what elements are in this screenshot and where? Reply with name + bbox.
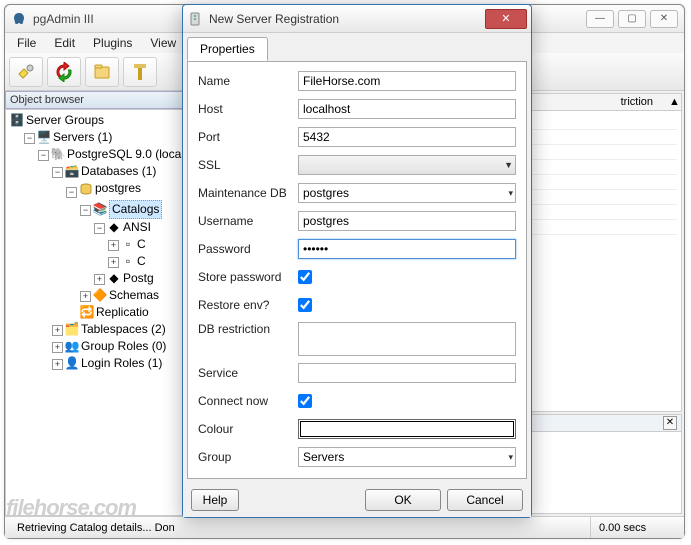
menu-edit[interactable]: Edit xyxy=(46,34,83,52)
close-button[interactable]: ✕ xyxy=(650,10,678,28)
port-input[interactable] xyxy=(298,127,516,147)
expander-icon[interactable]: − xyxy=(80,205,91,216)
dialog-body: Name Host Port SSL ▼ Maintenance DB post… xyxy=(187,61,527,479)
expander-icon[interactable]: + xyxy=(80,291,91,302)
status-timing: 0.00 secs xyxy=(590,517,680,538)
dialog-icon xyxy=(187,12,203,26)
username-input[interactable] xyxy=(298,211,516,231)
dialog-close-button[interactable]: ✕ xyxy=(485,9,527,29)
schemas-icon: 🔶 xyxy=(93,288,107,302)
expander-icon[interactable]: − xyxy=(66,187,77,198)
object-browser-panel: Object browser 🗄️ Server Groups −🖥️Serve… xyxy=(5,91,187,516)
dialog-titlebar[interactable]: New Server Registration ✕ xyxy=(183,5,531,33)
maintdb-select[interactable]: postgres▾ xyxy=(298,183,516,203)
group-icon: 👥 xyxy=(65,339,79,353)
scroll-up-icon[interactable]: ▲ xyxy=(661,96,677,108)
connectnow-label: Connect now xyxy=(198,394,298,408)
service-input[interactable] xyxy=(298,363,516,383)
sql-panel-close-icon[interactable]: ✕ xyxy=(663,416,677,430)
expander-icon[interactable]: − xyxy=(52,167,63,178)
chevron-down-icon: ▾ xyxy=(508,452,513,463)
maintdb-label: Maintenance DB xyxy=(198,186,298,200)
tree-catalogs[interactable]: 📚Catalogs xyxy=(93,200,162,219)
maximize-button[interactable]: ▢ xyxy=(618,10,646,28)
cancel-button[interactable]: Cancel xyxy=(447,489,523,511)
tree-databases[interactable]: 🗃️Databases (1) xyxy=(65,163,156,180)
tree-servers[interactable]: 🖥️Servers (1) xyxy=(37,129,112,146)
ssl-select[interactable]: ▼ xyxy=(298,155,516,175)
group-select[interactable]: Servers▾ xyxy=(298,447,516,467)
tab-properties[interactable]: Properties xyxy=(187,37,268,61)
tree-login-roles[interactable]: 👤Login Roles (1) xyxy=(65,355,162,372)
group-label: Group xyxy=(198,450,298,464)
password-input[interactable] xyxy=(298,239,516,259)
ok-button[interactable]: OK xyxy=(365,489,441,511)
dbrestrict-input[interactable] xyxy=(298,322,516,356)
chevron-down-icon: ▾ xyxy=(508,188,513,199)
tree-db-postgres[interactable]: postgres xyxy=(79,180,141,197)
object-browser-title: Object browser xyxy=(5,91,186,109)
expander-icon[interactable]: + xyxy=(52,359,63,370)
tree-ansi-c1[interactable]: ▫C xyxy=(121,236,146,253)
elephant-icon: 🐘 xyxy=(51,148,65,162)
restoreenv-label: Restore env? xyxy=(198,298,298,312)
ssl-label: SSL xyxy=(198,158,298,172)
connect-icon[interactable] xyxy=(9,57,43,87)
database-icon xyxy=(79,182,93,196)
expander-icon[interactable]: + xyxy=(94,274,105,285)
tree-server-groups[interactable]: 🗄️ Server Groups xyxy=(10,112,104,129)
tree-pg-catalog[interactable]: ◆Postg xyxy=(107,270,154,287)
menu-file[interactable]: File xyxy=(9,34,44,52)
host-input[interactable] xyxy=(298,99,516,119)
name-input[interactable] xyxy=(298,71,516,91)
tree-ansi-c2[interactable]: ▫C xyxy=(121,253,146,270)
tree-pg-server[interactable]: 🐘PostgreSQL 9.0 (loca xyxy=(51,146,181,163)
restoreenv-checkbox[interactable] xyxy=(298,298,312,312)
app-icon xyxy=(11,11,27,27)
catalog-icon: 📚 xyxy=(93,202,107,216)
schema-icon: ◆ xyxy=(107,220,121,234)
object-tree[interactable]: 🗄️ Server Groups −🖥️Servers (1) −🐘Postgr… xyxy=(5,109,186,516)
port-label: Port xyxy=(198,130,298,144)
menu-view[interactable]: View xyxy=(142,34,184,52)
storepw-checkbox[interactable] xyxy=(298,270,312,284)
col-restriction: triction xyxy=(613,96,661,108)
menu-plugins[interactable]: Plugins xyxy=(85,34,140,52)
tree-group-roles[interactable]: 👥Group Roles (0) xyxy=(65,338,166,355)
statusbar: Retrieving Catalog details... Don 0.00 s… xyxy=(5,516,684,538)
refresh-icon[interactable] xyxy=(47,57,81,87)
expander-icon[interactable]: + xyxy=(108,257,119,268)
colour-picker[interactable] xyxy=(298,419,516,439)
service-label: Service xyxy=(198,366,298,380)
replication-icon: 🔁 xyxy=(80,305,94,319)
expander-icon[interactable]: − xyxy=(24,133,35,144)
tree-tablespaces[interactable]: 🗂️Tablespaces (2) xyxy=(65,321,166,338)
status-message: Retrieving Catalog details... Don xyxy=(9,517,195,538)
dialog-title: New Server Registration xyxy=(209,12,485,26)
storepw-label: Store password xyxy=(198,270,298,284)
properties-icon[interactable] xyxy=(85,57,119,87)
dbrestrict-label: DB restriction xyxy=(198,322,298,336)
tree-schemas[interactable]: 🔶Schemas xyxy=(93,287,159,304)
expander-icon[interactable]: + xyxy=(52,342,63,353)
chevron-down-icon: ▼ xyxy=(504,160,513,170)
tool-icon[interactable] xyxy=(123,57,157,87)
user-icon: 👤 xyxy=(65,356,79,370)
minimize-button[interactable]: — xyxy=(586,10,614,28)
tree-ansi[interactable]: ◆ANSI xyxy=(107,219,151,236)
expander-icon[interactable]: + xyxy=(108,240,119,251)
connectnow-checkbox[interactable] xyxy=(298,394,312,408)
password-label: Password xyxy=(198,242,298,256)
server-groups-icon: 🗄️ xyxy=(10,114,24,128)
username-label: Username xyxy=(198,214,298,228)
expander-icon[interactable]: − xyxy=(38,150,49,161)
name-label: Name xyxy=(198,74,298,88)
host-label: Host xyxy=(198,102,298,116)
expander-icon[interactable]: − xyxy=(94,223,105,234)
expander-icon[interactable]: + xyxy=(52,325,63,336)
help-button[interactable]: Help xyxy=(191,489,239,511)
tree-replication[interactable]: 🔁Replicatio xyxy=(80,304,149,321)
colour-label: Colour xyxy=(198,422,298,436)
new-server-dialog: New Server Registration ✕ Properties Nam… xyxy=(182,4,532,518)
